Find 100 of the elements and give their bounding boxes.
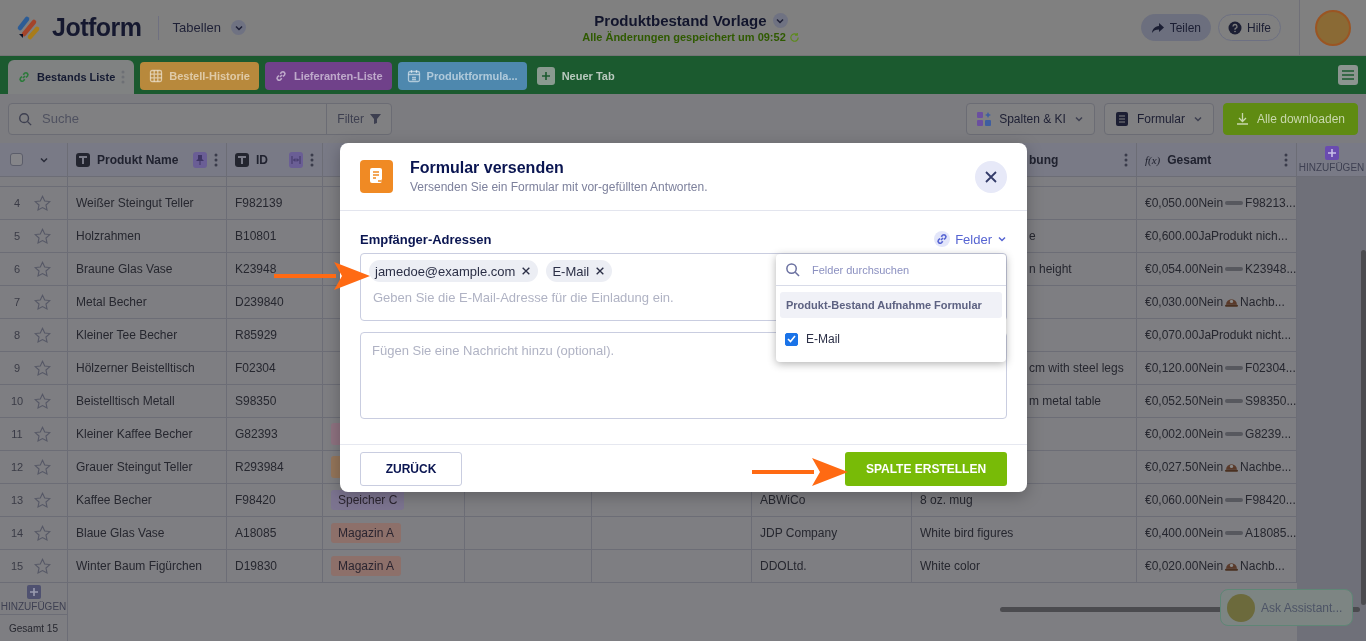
row-count: Gesamt 15 [9, 622, 58, 634]
share-button[interactable]: Teilen [1140, 14, 1211, 41]
filter-button[interactable]: Filter [326, 103, 391, 134]
table-cell: e [1029, 229, 1036, 243]
option-label[interactable]: E-Mail [806, 332, 840, 346]
star-icon[interactable] [34, 392, 51, 410]
avatar[interactable] [1315, 9, 1351, 46]
remove-icon[interactable] [521, 266, 532, 276]
dialog-subtitle: Versenden Sie ein Formular mit vor-gefüllten Antworten. [410, 180, 709, 194]
more-icon[interactable] [1124, 152, 1128, 167]
add-column-label[interactable]: HINZUFÜGEN [1298, 162, 1365, 173]
table-cell: Braune Glas Vase [76, 262, 173, 276]
column-header[interactable]: bung [1029, 152, 1059, 167]
table-cell: €0,002.00Nein [1145, 427, 1224, 441]
dash-icon [1225, 366, 1244, 370]
table-cell: G82393 [235, 427, 278, 441]
table-cell: €0,120.00Nein [1145, 361, 1224, 375]
dash-icon [1225, 432, 1244, 436]
more-icon[interactable] [214, 152, 218, 167]
table-cell: €0,030.00Nein [1145, 295, 1224, 309]
document-title: Produktbestand Vorlage [594, 12, 767, 29]
star-icon[interactable] [34, 557, 51, 575]
star-icon[interactable] [34, 359, 51, 377]
recipient-tag[interactable]: E-Mail [546, 260, 613, 282]
table-cell: Nachbe... [1240, 460, 1292, 474]
table-cell: R85929 [235, 328, 278, 342]
table-cell: n height [1029, 262, 1072, 276]
title-menu-button[interactable] [772, 13, 788, 28]
star-icon[interactable] [34, 293, 51, 311]
table-cell: €0,020.00Nein [1145, 559, 1224, 573]
star-icon[interactable] [34, 326, 51, 344]
table-cell: R293984 [235, 460, 284, 474]
back-button[interactable]: ZURÜCK [360, 451, 462, 486]
column-header[interactable]: ID [256, 152, 268, 167]
add-row-button[interactable] [26, 585, 41, 599]
plus-icon [29, 588, 38, 596]
star-icon[interactable] [34, 260, 51, 278]
columns-button[interactable]: Spalten & KI [966, 102, 1095, 135]
add-column-button[interactable] [1324, 146, 1339, 160]
tab[interactable]: Lieferanten-Liste [264, 62, 392, 90]
star-icon[interactable] [34, 194, 51, 212]
checkbox[interactable] [785, 332, 798, 346]
table-cell: Hölzerner Beistelltisch [76, 361, 195, 375]
checkbox[interactable] [10, 153, 23, 166]
dash-icon [1225, 498, 1244, 502]
tab[interactable]: Bestell-Historie [140, 62, 259, 90]
vertical-scrollbar[interactable] [1361, 250, 1366, 605]
tab[interactable]: Produktformula... [397, 62, 527, 90]
tab[interactable]: Bestands Liste [8, 60, 135, 94]
new-tab-button[interactable]: Neuer Tab [536, 62, 615, 90]
text-type-icon [79, 155, 87, 164]
star-icon[interactable] [34, 491, 51, 509]
document-icon [368, 167, 385, 186]
section-dropdown[interactable]: Tabellen [172, 20, 221, 35]
dialog-title: Formular versenden [410, 159, 565, 177]
menu-button[interactable] [1338, 65, 1358, 85]
table-cell: Blaue Glas Vase [76, 526, 165, 540]
row-number: 7 [12, 296, 22, 308]
fields-dropdown[interactable]: Felder [934, 231, 1007, 247]
search-icon [785, 262, 800, 277]
star-icon[interactable] [34, 524, 51, 542]
dash-icon [1225, 267, 1244, 271]
row-number: 11 [10, 428, 24, 440]
table-cell: €0,400.00Nein [1145, 526, 1224, 540]
plus-icon [540, 71, 551, 81]
download-button[interactable]: Alle downloaden [1222, 102, 1358, 135]
refresh-icon [788, 31, 800, 43]
column-header[interactable]: Produkt Name [97, 152, 179, 167]
table-cell: Kleiner Kaffee Becher [76, 427, 193, 441]
table-cell: G8239... [1245, 427, 1292, 441]
search-field[interactable]: Felder durchsuchen [810, 262, 997, 277]
table-cell: €0,600.00JaProdukt nich... [1145, 229, 1288, 243]
row-number: 6 [12, 263, 22, 275]
recipient-tag[interactable]: jamedoe@example.com [369, 260, 539, 282]
logo-icon [16, 14, 42, 41]
row-number: 8 [12, 329, 22, 341]
add-row-label[interactable]: HINZUFÜGEN [0, 601, 67, 612]
table-cell: Metal Becher [76, 295, 147, 309]
dropdown-button[interactable] [231, 20, 246, 35]
create-column-button[interactable]: SPALTE ERSTELLEN [845, 451, 1007, 486]
download-icon [1235, 112, 1249, 125]
form-button[interactable]: Formular [1103, 102, 1214, 135]
table-cell: D239840 [235, 295, 284, 309]
table-cell: €0,054.00Nein [1145, 262, 1224, 276]
table-cell: 8 oz. mug [920, 493, 973, 507]
remove-icon[interactable] [595, 266, 606, 276]
table-cell: K23948... [1245, 262, 1296, 276]
table-cell: Weißer Steingut Teller [76, 196, 194, 210]
close-button[interactable] [975, 160, 1007, 193]
more-icon[interactable] [1284, 152, 1288, 167]
calendar-icon [406, 69, 421, 83]
table-cell: A18085... [1245, 526, 1296, 540]
table-cell: Nachb... [1240, 295, 1285, 309]
star-icon[interactable] [34, 227, 51, 245]
star-icon[interactable] [34, 458, 51, 476]
table-cell: F02304 [235, 361, 276, 375]
star-icon[interactable] [34, 425, 51, 443]
more-icon[interactable] [310, 152, 314, 167]
table-cell: €0,052.50Nein [1145, 394, 1224, 408]
column-header[interactable]: Gesamt [1167, 152, 1212, 167]
